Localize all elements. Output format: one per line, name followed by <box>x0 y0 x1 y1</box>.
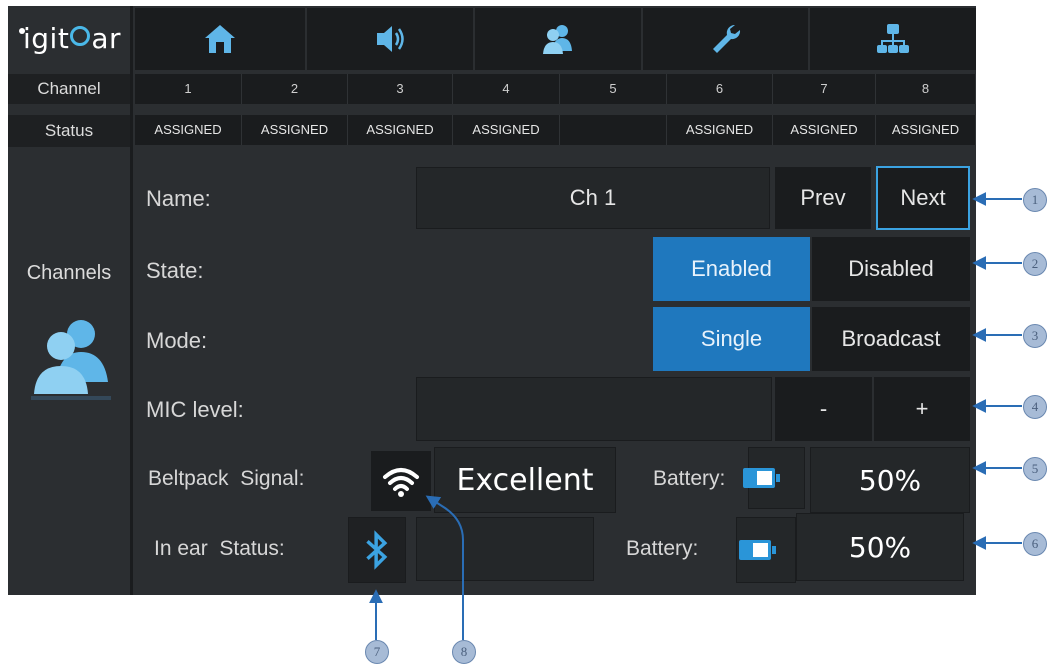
callout-2: 2 <box>1023 252 1047 276</box>
callout-arrows <box>369 192 1022 640</box>
callout-3: 3 <box>1023 324 1047 348</box>
callout-4: 4 <box>1023 395 1047 419</box>
callout-6: 6 <box>1023 532 1047 556</box>
callout-8: 8 <box>452 640 476 664</box>
callout-7: 7 <box>365 640 389 664</box>
callout-5: 5 <box>1023 457 1047 481</box>
callout-1: 1 <box>1023 188 1047 212</box>
